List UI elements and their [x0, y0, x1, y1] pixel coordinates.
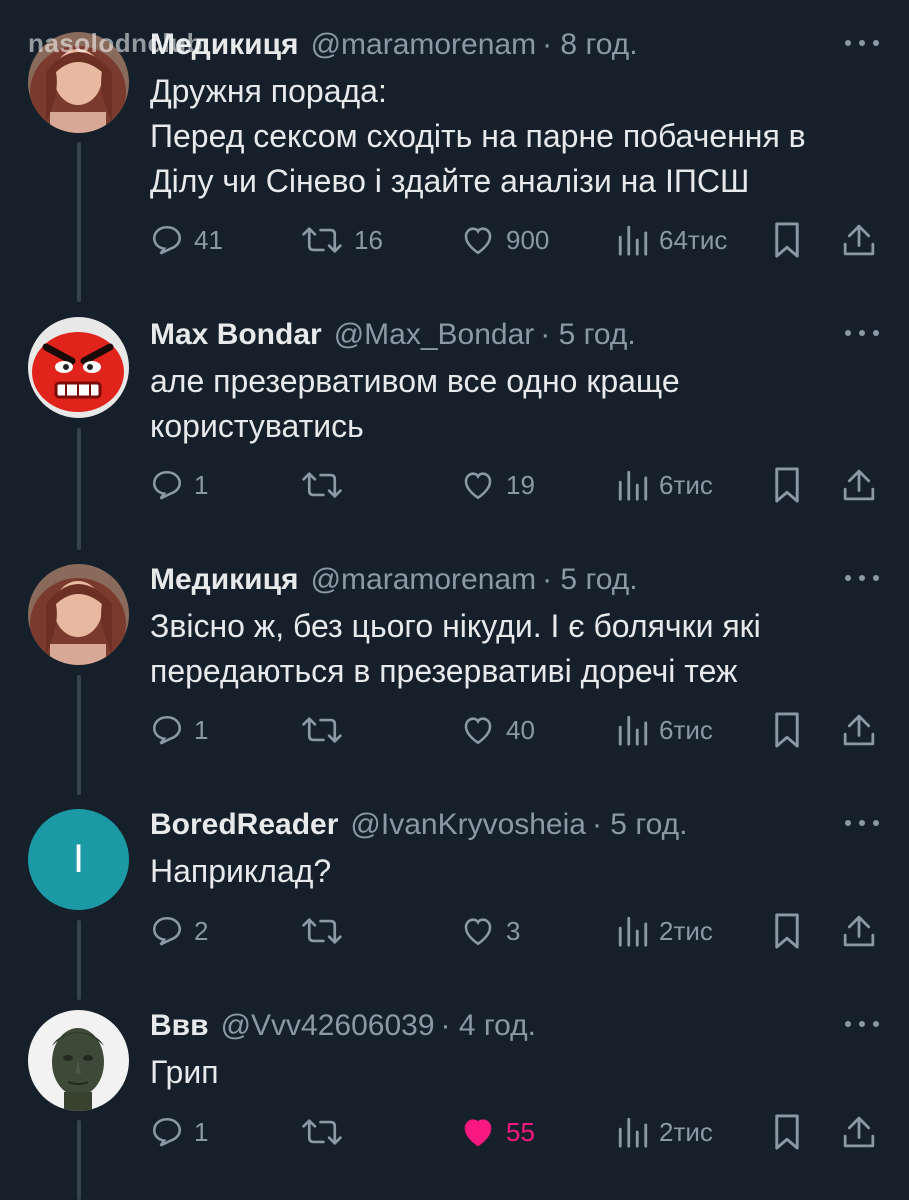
timestamp[interactable]: · 8 год. [542, 27, 638, 63]
views-button[interactable]: 64тис [617, 220, 727, 260]
bookmark-icon [775, 913, 799, 949]
share-button[interactable] [842, 465, 876, 505]
reply-button[interactable]: 1 [150, 1112, 208, 1152]
retweet-icon [302, 1119, 342, 1145]
tweet-text: Звісно ж, без цього нікуди. І є болячки … [150, 608, 761, 689]
retweet-button[interactable]: 16 [300, 220, 383, 260]
share-icon [843, 1116, 875, 1148]
views-button[interactable]: 2тис [617, 1112, 713, 1152]
bookmark-button[interactable] [772, 1112, 802, 1152]
reply-icon [152, 916, 182, 946]
reply-icon [152, 1117, 182, 1147]
reply-button[interactable]: 1 [150, 465, 208, 505]
author-handle[interactable]: @Vvv42606039 [221, 1008, 435, 1044]
share-button[interactable] [842, 1112, 876, 1152]
share-button[interactable] [842, 710, 876, 750]
more-icon[interactable] [845, 33, 879, 53]
reply-button[interactable]: 2 [150, 911, 208, 951]
avatar[interactable] [28, 564, 129, 665]
bookmark-icon [775, 222, 799, 258]
share-icon [843, 714, 875, 746]
like-icon [464, 1119, 492, 1147]
author-name[interactable]: Ввв [150, 1008, 209, 1044]
bookmark-button[interactable] [772, 710, 802, 750]
bookmark-icon [775, 1114, 799, 1150]
author-name[interactable]: Max Bondar [150, 317, 322, 353]
share-icon [843, 915, 875, 947]
timestamp[interactable]: · 5 год. [592, 807, 688, 843]
reply-button[interactable]: 41 [150, 220, 223, 260]
retweet-icon [302, 472, 342, 498]
reply-icon [152, 225, 182, 255]
more-icon[interactable] [845, 813, 879, 833]
retweet-button[interactable] [300, 465, 354, 505]
author-name[interactable]: Медикиця [150, 27, 299, 63]
reply-icon [152, 470, 182, 500]
like-button[interactable]: 19 [460, 465, 535, 505]
views-button[interactable]: 2тис [617, 911, 713, 951]
timestamp[interactable]: · 5 год. [542, 562, 638, 598]
views-icon [618, 470, 648, 501]
share-button[interactable] [842, 220, 876, 260]
share-icon [843, 469, 875, 501]
like-icon [464, 717, 492, 745]
like-button[interactable]: 900 [460, 220, 549, 260]
like-button[interactable]: 55 [460, 1112, 535, 1152]
share-icon [843, 224, 875, 256]
timestamp[interactable]: · 4 год. [441, 1008, 537, 1044]
reply-button[interactable]: 1 [150, 710, 208, 750]
author-name[interactable]: Медикиця [150, 562, 299, 598]
retweet-button[interactable] [300, 710, 354, 750]
bookmark-icon [775, 467, 799, 503]
more-icon[interactable] [845, 568, 879, 588]
tweet-text: Дружня порада: Перед сексом сходіть на п… [150, 73, 806, 199]
avatar-letter: I [72, 837, 85, 881]
tweet-text: Наприклад? [150, 853, 332, 889]
bookmark-icon [775, 712, 799, 748]
avatar[interactable] [28, 1010, 129, 1111]
bookmark-button[interactable] [772, 220, 802, 260]
author-handle[interactable]: @Max_Bondar [334, 317, 535, 353]
views-icon [618, 916, 648, 947]
like-icon [464, 918, 492, 946]
bookmark-button[interactable] [772, 465, 802, 505]
like-icon [464, 472, 492, 500]
author-handle[interactable]: @maramorenam [311, 562, 537, 598]
more-icon[interactable] [845, 323, 879, 343]
more-icon[interactable] [845, 1014, 879, 1034]
avatar[interactable] [28, 317, 129, 418]
views-icon [618, 225, 648, 256]
author-name[interactable]: BoredReader [150, 807, 338, 843]
retweet-icon [302, 227, 342, 253]
share-button[interactable] [842, 911, 876, 951]
bookmark-button[interactable] [772, 911, 802, 951]
retweet-icon [302, 918, 342, 944]
like-button[interactable]: 40 [460, 710, 535, 750]
like-icon [464, 227, 492, 255]
views-icon [618, 1117, 648, 1148]
views-icon [618, 715, 648, 746]
views-button[interactable]: 6тис [617, 465, 713, 505]
timestamp[interactable]: · 5 год. [540, 317, 636, 353]
retweet-icon [302, 717, 342, 743]
retweet-button[interactable] [300, 911, 354, 951]
tweet-text: Грип [150, 1054, 219, 1090]
author-handle[interactable]: @maramorenam [311, 27, 537, 63]
retweet-button[interactable] [300, 1112, 354, 1152]
views-button[interactable]: 6тис [617, 710, 713, 750]
tweet-text: але презервативом все одно краще користу… [150, 363, 680, 444]
avatar[interactable]: I [28, 809, 129, 910]
avatar[interactable] [28, 32, 129, 133]
like-button[interactable]: 3 [460, 911, 520, 951]
reply-icon [152, 715, 182, 745]
author-handle[interactable]: @IvanKryvosheia [350, 807, 586, 843]
